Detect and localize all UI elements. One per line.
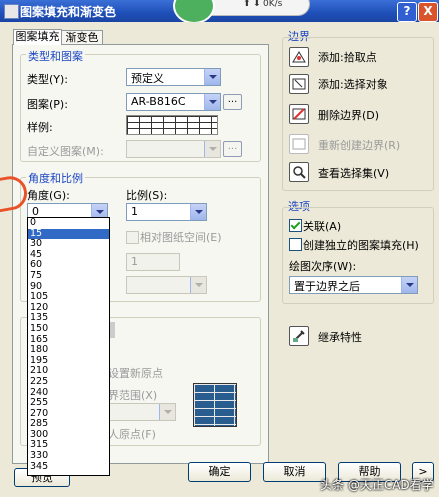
scale-value: 1 [131, 205, 138, 218]
chevron-down-icon [204, 141, 220, 157]
angle-option[interactable]: 0 [28, 218, 109, 229]
angle-scale-title: 角度和比例 [26, 170, 85, 186]
spacing-value: 1 [131, 255, 138, 268]
recreate-boundary-button[interactable]: 重新创建边界(R) [318, 137, 400, 153]
iso-pen-width-combo[interactable] [126, 276, 207, 294]
relative-paperspace-label: 相对图纸空间(E) [140, 231, 222, 244]
draw-order-combo[interactable]: 置于边界之后 [289, 276, 418, 294]
pattern-label: 图案(P): [27, 98, 68, 111]
add-select-objects-button[interactable]: 添加:选择对象 [318, 76, 388, 92]
pattern-sample-swatch[interactable] [126, 115, 218, 135]
angle-dropdown-list[interactable]: 0 15 30 45 60 75 90 105 120 135 150 165 180 195 210 225… [27, 217, 110, 476]
draw-order-value: 置于边界之后 [294, 280, 360, 293]
scale-combo[interactable]: 1 [126, 203, 207, 221]
type-label: 类型(Y): [27, 73, 69, 86]
chevron-down-icon [159, 404, 175, 420]
window-title: 图案填充和渐变色 [20, 5, 117, 19]
type-pattern-title: 类型和图案 [26, 48, 85, 64]
set-origin-label: 设置新原点 [108, 367, 163, 380]
chevron-down-icon [204, 94, 220, 110]
tab-gradient[interactable]: 渐变色 [61, 30, 103, 45]
recreate-boundary-icon[interactable] [289, 134, 309, 154]
view-selections-button[interactable]: 查看选择集(V) [318, 165, 389, 181]
download-arrow-icon: ⬇ [253, 0, 261, 9]
remove-boundaries-button[interactable]: 删除边界(D) [318, 107, 379, 123]
tab-hatch[interactable]: 图案填充 [13, 29, 62, 45]
add-pick-points-button[interactable]: 添加:拾取点 [318, 49, 377, 65]
scale-label: 比例(S): [126, 189, 168, 202]
draw-order-label: 绘图次序(W): [289, 260, 357, 273]
type-value: 预定义 [131, 72, 164, 85]
associative-label: 关联(A) [303, 220, 342, 233]
pattern-value: AR-B816C [131, 95, 186, 108]
watermark-text: 头条 @天正CAD看学 [320, 478, 434, 492]
relative-paperspace-checkbox[interactable] [126, 231, 139, 244]
independent-hatch-checkbox[interactable] [289, 238, 302, 251]
inherit-properties-icon[interactable] [289, 326, 309, 346]
angle-option[interactable]: 345 [28, 461, 109, 473]
origin-preview-image [193, 383, 237, 427]
remove-boundaries-icon[interactable] [289, 104, 309, 124]
associative-checkbox[interactable] [289, 219, 302, 232]
chevron-down-icon [401, 277, 417, 293]
origin-position-combo[interactable] [108, 403, 176, 421]
help-title-button[interactable]: ? [397, 2, 417, 22]
type-combo[interactable]: 预定义 [126, 68, 221, 86]
custom-pattern-label: 自定义图案(M): [27, 145, 104, 158]
app-icon [4, 4, 19, 19]
chevron-down-icon [190, 204, 206, 220]
upload-arrow-icon: ⬆ [243, 0, 251, 9]
angle-label: 角度(G): [27, 189, 70, 202]
independent-hatch-label: 创建独立的图案填充(H) [303, 239, 419, 252]
pattern-combo[interactable]: AR-B816C [126, 93, 221, 111]
chevron-down-icon [190, 277, 206, 293]
custom-pattern-combo[interactable] [126, 140, 221, 158]
select-objects-icon[interactable] [289, 74, 309, 94]
ok-button[interactable]: 确定 [188, 462, 251, 482]
pattern-browse-button[interactable]: ... [223, 94, 242, 110]
magnifier-icon[interactable] [289, 162, 309, 182]
custom-browse-button[interactable]: ... [223, 141, 242, 157]
network-speed-value: 0K/s [263, 0, 283, 9]
close-button[interactable]: X [418, 2, 438, 22]
angle-option[interactable]: 150 [28, 323, 109, 335]
angle-option[interactable]: 225 [28, 376, 109, 388]
chevron-down-icon [204, 69, 220, 85]
pick-points-icon[interactable] [289, 47, 309, 67]
sample-label: 样例: [27, 121, 53, 134]
spacing-input[interactable]: 1 [126, 253, 180, 271]
angle-option[interactable]: 75 [28, 270, 109, 282]
default-origin-label: 人原点(F) [108, 428, 156, 441]
inherit-properties-button[interactable]: 继承特性 [318, 329, 362, 345]
extents-label: 界范围(X) [108, 389, 158, 402]
cancel-button[interactable]: 取消 [263, 462, 326, 482]
